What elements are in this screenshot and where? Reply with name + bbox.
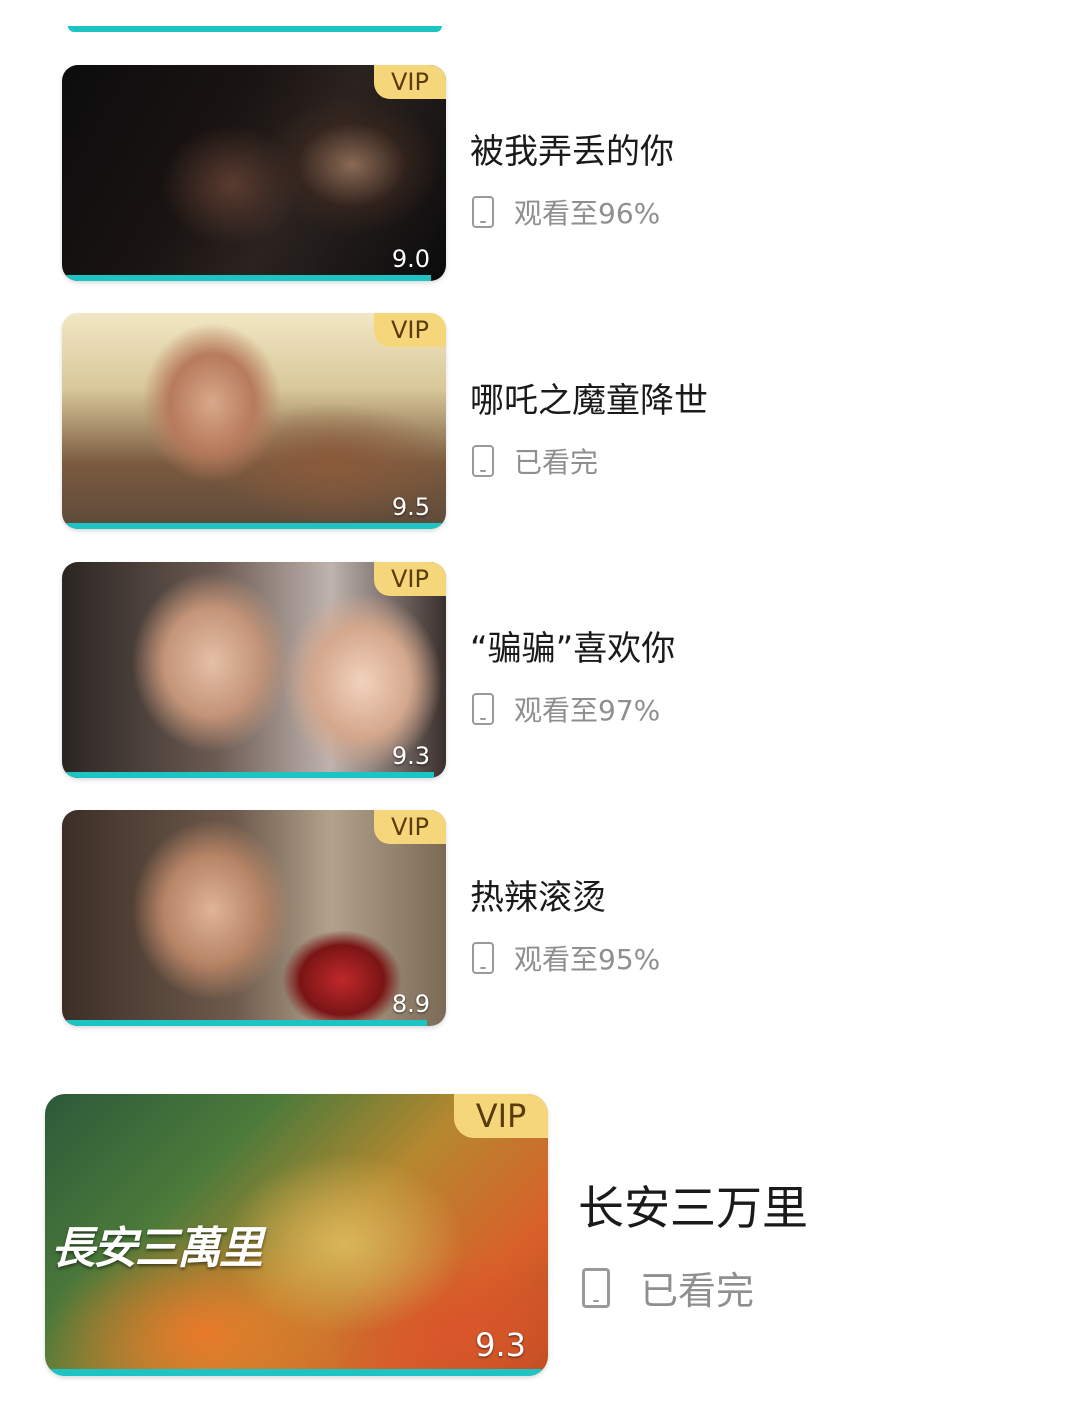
rating-score: 9.0 <box>391 245 430 273</box>
phone-icon <box>472 196 494 228</box>
watch-status: 观看至96% <box>472 192 660 232</box>
watch-progress-bar <box>62 1020 427 1026</box>
video-title[interactable]: “骗骗”喜欢你 <box>470 621 675 670</box>
previous-item-progress-bar <box>68 26 442 32</box>
video-thumbnail[interactable]: VIP 9.5 <box>62 313 446 529</box>
phone-icon <box>472 942 494 974</box>
watch-status-text: 已看完 <box>640 1269 755 1313</box>
video-title[interactable]: 长安三万里 <box>578 1172 808 1238</box>
rating-score: 8.9 <box>391 990 430 1018</box>
video-thumbnail[interactable]: VIP 9.3 <box>62 562 446 778</box>
rating-score: 9.3 <box>391 742 430 770</box>
watch-status: 已看完 <box>582 1260 754 1315</box>
rating-score: 9.5 <box>391 493 430 521</box>
video-thumbnail[interactable]: VIP 9.0 <box>62 65 446 281</box>
poster-title-art: 長安三萬里 <box>51 1223 263 1274</box>
video-title[interactable]: 哪吒之魔童降世 <box>470 373 708 422</box>
watch-status: 已看完 <box>472 441 598 481</box>
vip-badge: VIP <box>374 313 446 347</box>
watch-status-text: 观看至97% <box>514 694 661 727</box>
video-thumbnail[interactable]: VIP 8.9 <box>62 810 446 1026</box>
phone-icon <box>472 693 494 725</box>
phone-icon <box>472 445 494 477</box>
rating-score: 9.3 <box>475 1326 526 1364</box>
video-title[interactable]: 热辣滚烫 <box>470 870 606 919</box>
watch-status: 观看至95% <box>472 938 660 978</box>
watch-status-text: 观看至96% <box>514 197 661 230</box>
phone-icon <box>582 1267 610 1308</box>
vip-badge: VIP <box>374 65 446 99</box>
vip-badge: VIP <box>374 810 446 844</box>
watch-progress-bar <box>62 275 431 281</box>
watch-progress-bar <box>62 523 446 529</box>
video-title[interactable]: 被我弄丢的你 <box>470 124 674 173</box>
watch-progress-bar <box>62 772 435 778</box>
vip-badge: VIP <box>454 1094 548 1138</box>
watch-progress-bar <box>45 1369 548 1376</box>
watch-status-text: 观看至95% <box>514 943 661 976</box>
video-thumbnail[interactable]: 長安三萬里 VIP 9.3 <box>45 1094 548 1376</box>
watch-status-text: 已看完 <box>514 446 599 479</box>
watch-status: 观看至97% <box>472 689 660 729</box>
vip-badge: VIP <box>374 562 446 596</box>
